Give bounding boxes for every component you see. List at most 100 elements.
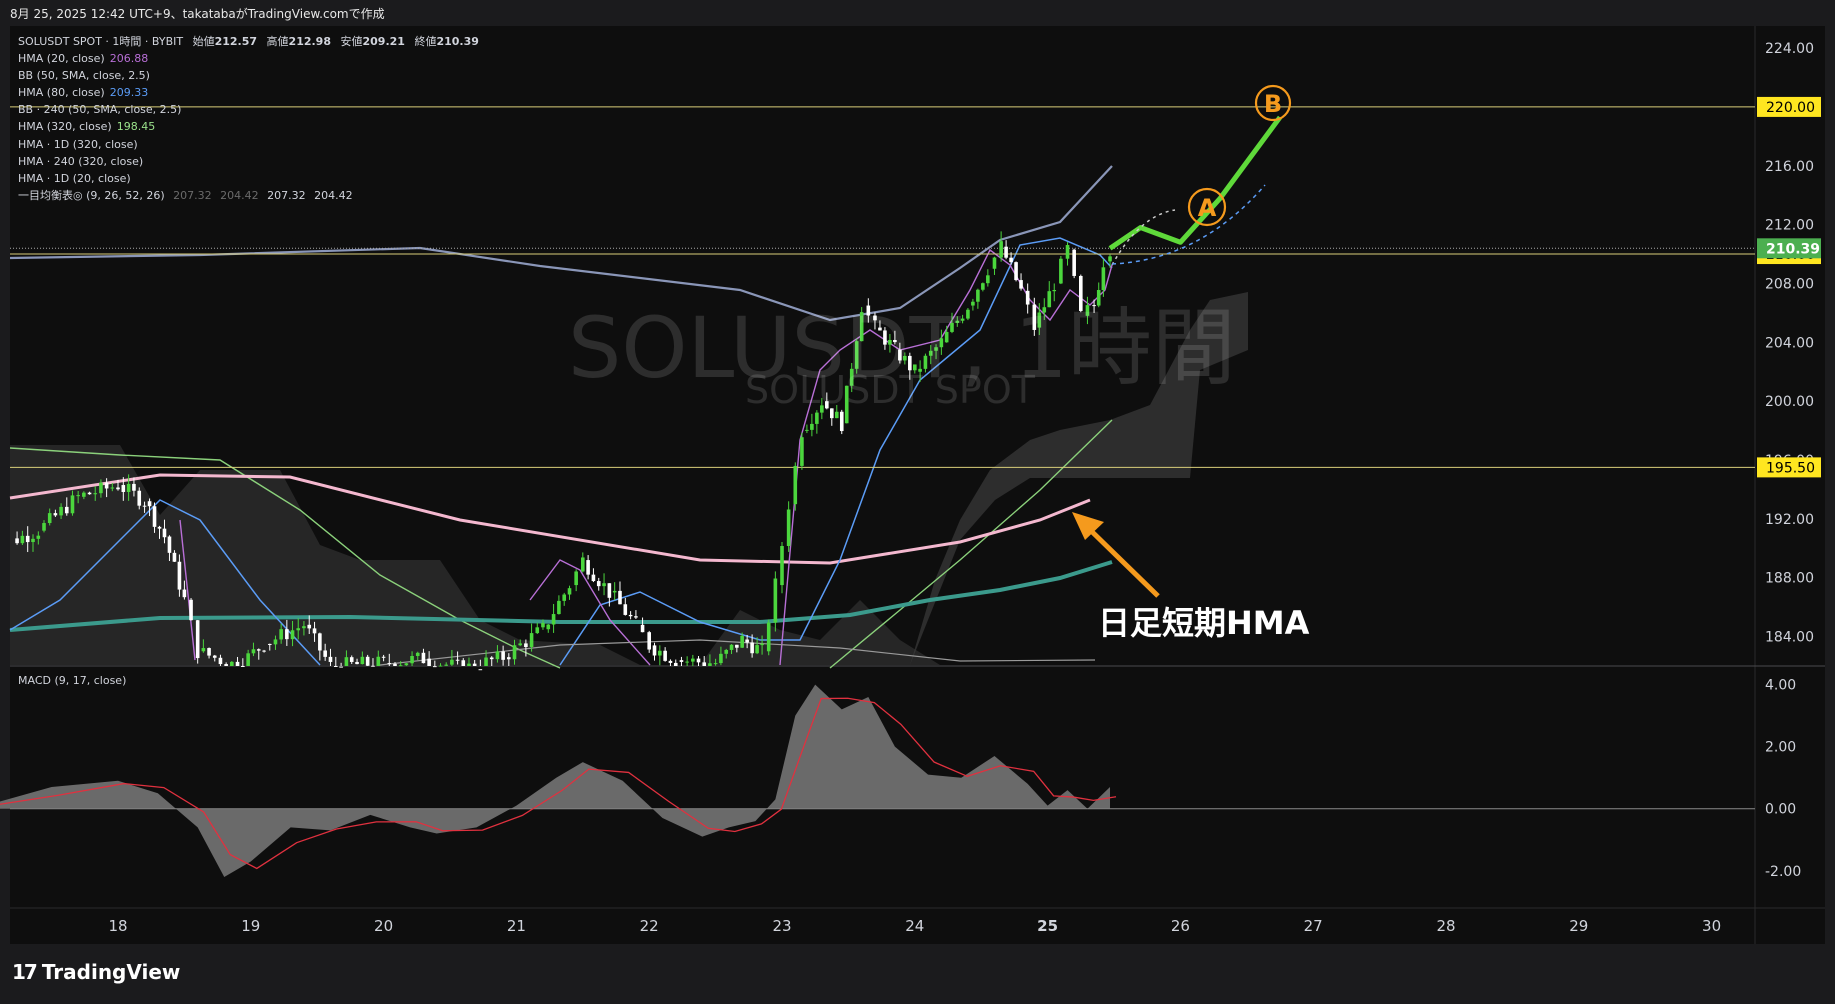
candle-body bbox=[398, 665, 403, 667]
time-tick-5: 23 bbox=[772, 917, 791, 935]
macd-tick-3: -2.00 bbox=[1765, 864, 1801, 880]
candle-body bbox=[162, 528, 167, 538]
candle-body bbox=[167, 536, 172, 553]
candle-body bbox=[724, 649, 729, 654]
candle-body bbox=[76, 495, 80, 497]
candle-body bbox=[87, 492, 92, 495]
candle-body bbox=[713, 663, 718, 665]
price-tick-8: 192.00 bbox=[1765, 512, 1814, 528]
candle-body bbox=[623, 604, 628, 615]
candle-body bbox=[189, 599, 193, 621]
candle-body bbox=[318, 633, 322, 651]
candle-body bbox=[1004, 246, 1008, 258]
candle-body bbox=[729, 644, 734, 650]
candle-body bbox=[235, 661, 240, 666]
candle-body bbox=[745, 639, 749, 643]
close-label: 終値 bbox=[414, 35, 437, 48]
candle-body bbox=[507, 657, 511, 660]
high-value: 212.98 bbox=[288, 35, 331, 48]
candle-body bbox=[224, 664, 228, 666]
candle-body bbox=[602, 583, 606, 587]
candle-body bbox=[365, 656, 370, 666]
candle-body bbox=[658, 650, 662, 656]
candle-body bbox=[387, 663, 392, 665]
candle-body bbox=[773, 578, 778, 623]
candle-body bbox=[31, 538, 35, 543]
candle-body bbox=[42, 523, 46, 531]
candle-body bbox=[70, 495, 75, 514]
price-tick-6: 200.00 bbox=[1765, 394, 1814, 410]
candle-body bbox=[147, 501, 152, 507]
marker-a-label: A bbox=[1198, 194, 1217, 222]
legend-ichimoku-v1: 207.32 bbox=[173, 188, 212, 202]
legend-hma-80[interactable]: HMA (80, close) 209.33 bbox=[18, 84, 479, 101]
candle-body bbox=[696, 658, 701, 663]
tradingview-logo[interactable]: 17 TradingView bbox=[12, 960, 180, 984]
legend-hma-240-320[interactable]: HMA · 240 (320, close) bbox=[18, 153, 479, 170]
legend-bb-240[interactable]: BB · 240 (50, SMA, close, 2.5) bbox=[18, 101, 479, 118]
candle-body bbox=[157, 526, 162, 529]
legend-ichimoku[interactable]: 一目均衡表◎ (9, 26, 52, 26) 207.32 204.42 207… bbox=[18, 187, 479, 204]
candle-body bbox=[1072, 249, 1076, 276]
low-label: 安値 bbox=[340, 35, 363, 48]
candle-body bbox=[455, 659, 460, 661]
symbol-info: SOLUSDT SPOT · 1時間 · BYBIT 始値212.57 高値21… bbox=[18, 33, 479, 50]
legend-hma-20[interactable]: HMA (20, close) 206.88 bbox=[18, 50, 479, 67]
time-tick-11: 29 bbox=[1569, 917, 1588, 935]
marker-b-label: B bbox=[1264, 90, 1282, 118]
candle-body bbox=[1059, 258, 1063, 284]
candle-body bbox=[1108, 256, 1112, 262]
candle-body bbox=[410, 655, 414, 664]
candle-body bbox=[267, 643, 272, 645]
candle-body bbox=[992, 257, 997, 269]
candle-body bbox=[137, 490, 142, 506]
legend-bb-50[interactable]: BB (50, SMA, close, 2.5) bbox=[18, 67, 479, 84]
candle-body bbox=[393, 663, 397, 666]
candle-body bbox=[246, 653, 250, 666]
macd-legend[interactable]: MACD (9, 17, close) bbox=[18, 674, 126, 687]
candle-body bbox=[104, 482, 109, 489]
candle-body bbox=[302, 626, 306, 629]
candle-body bbox=[251, 649, 256, 654]
current-price-label: 210.39 bbox=[1766, 241, 1820, 257]
legend-hma-1d-20[interactable]: HMA · 1D (20, close) bbox=[18, 170, 479, 187]
legend-bb-50-label: BB (50, SMA, close, 2.5) bbox=[18, 69, 150, 83]
candle-body bbox=[36, 535, 41, 539]
legend-hma-320[interactable]: HMA (320, close) 198.45 bbox=[18, 118, 479, 135]
candle-body bbox=[152, 506, 157, 527]
symbol-name: SOLUSDT SPOT · 1時間 · BYBIT bbox=[18, 35, 184, 48]
candle-body bbox=[567, 588, 572, 595]
candle-body bbox=[438, 665, 443, 667]
candle-body bbox=[126, 483, 131, 492]
candle-body bbox=[1014, 262, 1018, 281]
candle-body bbox=[47, 513, 52, 524]
candle-body bbox=[182, 589, 187, 598]
candle-body bbox=[323, 650, 327, 657]
candle-body bbox=[427, 658, 431, 666]
candle-body bbox=[256, 649, 261, 651]
candle-body bbox=[673, 662, 678, 666]
candle-body bbox=[628, 614, 633, 617]
candle-body bbox=[805, 429, 809, 431]
candle-body bbox=[668, 660, 673, 663]
candle-body bbox=[212, 655, 217, 658]
legend-hma-240-320-label: HMA · 240 (320, close) bbox=[18, 154, 144, 168]
candle-body bbox=[121, 485, 126, 492]
candle-body bbox=[546, 624, 551, 630]
candle-body bbox=[596, 581, 601, 587]
candle-body bbox=[760, 643, 764, 646]
candle-body bbox=[663, 650, 667, 661]
candle-body bbox=[349, 657, 354, 662]
candle-body bbox=[839, 411, 844, 432]
watermark-subtitle: SOLUSDT SPOT bbox=[745, 368, 1035, 412]
candle-body bbox=[640, 624, 645, 633]
legend-hma-1d-320[interactable]: HMA · 1D (320, close) bbox=[18, 136, 479, 153]
time-tick-1: 19 bbox=[241, 917, 260, 935]
candle-body bbox=[518, 643, 522, 646]
time-tick-6: 24 bbox=[905, 917, 924, 935]
time-tick-7: 25 bbox=[1037, 917, 1058, 935]
open-value: 212.57 bbox=[214, 35, 258, 48]
legend-ichimoku-v3: 207.32 bbox=[267, 188, 306, 202]
candle-body bbox=[691, 658, 695, 662]
candle-body bbox=[461, 660, 466, 666]
